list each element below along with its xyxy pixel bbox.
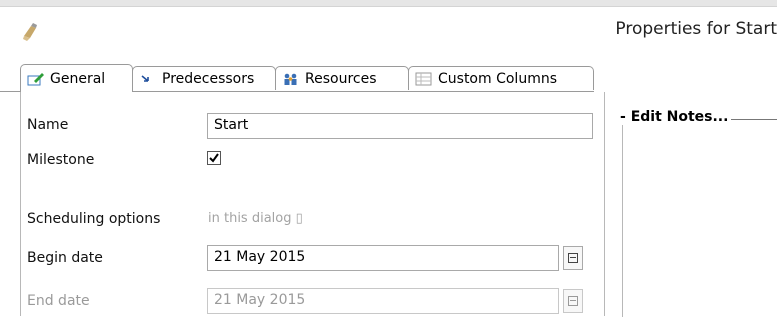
edit-icon bbox=[27, 72, 45, 86]
tab-strip: General Predecessors Resources Custom Co… bbox=[0, 64, 777, 92]
name-field[interactable]: Start bbox=[207, 113, 593, 139]
tab-custom-columns-label: Custom Columns bbox=[438, 70, 557, 87]
window-title: Properties for Start bbox=[615, 19, 777, 39]
calendar-icon bbox=[568, 253, 578, 263]
calendar-icon bbox=[568, 296, 578, 306]
tab-custom-columns[interactable]: Custom Columns bbox=[408, 66, 594, 90]
begin-date-picker-button[interactable] bbox=[563, 246, 583, 270]
checkmark-icon bbox=[209, 153, 219, 163]
begin-date-label: Begin date bbox=[27, 250, 103, 266]
app-icon bbox=[23, 23, 37, 41]
edit-notes-link[interactable]: - Edit Notes... bbox=[617, 109, 732, 125]
table-icon bbox=[415, 72, 433, 86]
end-date-field[interactable]: 21 May 2015 bbox=[207, 288, 559, 314]
tab-general-label: General bbox=[50, 70, 106, 87]
end-date-label: End date bbox=[27, 293, 90, 309]
window-top-border bbox=[0, 0, 777, 7]
name-label: Name bbox=[27, 117, 69, 133]
predecessor-icon bbox=[139, 72, 157, 86]
notes-textarea[interactable] bbox=[622, 119, 777, 317]
edit-notes-label: Edit Notes... bbox=[630, 109, 729, 125]
end-date-picker-button[interactable] bbox=[563, 289, 583, 313]
milestone-checkbox[interactable] bbox=[207, 151, 221, 165]
tab-general[interactable]: General bbox=[20, 64, 133, 92]
begin-date-field[interactable]: 21 May 2015 bbox=[207, 245, 559, 271]
tab-predecessors[interactable]: Predecessors bbox=[132, 66, 276, 90]
tab-resources-label: Resources bbox=[305, 70, 377, 87]
resources-icon bbox=[282, 72, 300, 86]
scheduling-hint: in this dialog ▯ bbox=[208, 211, 303, 226]
tab-resources[interactable]: Resources bbox=[275, 66, 409, 90]
scheduling-options-label: Scheduling options bbox=[27, 211, 161, 227]
tab-predecessors-label: Predecessors bbox=[162, 70, 255, 87]
milestone-label: Milestone bbox=[27, 152, 95, 168]
